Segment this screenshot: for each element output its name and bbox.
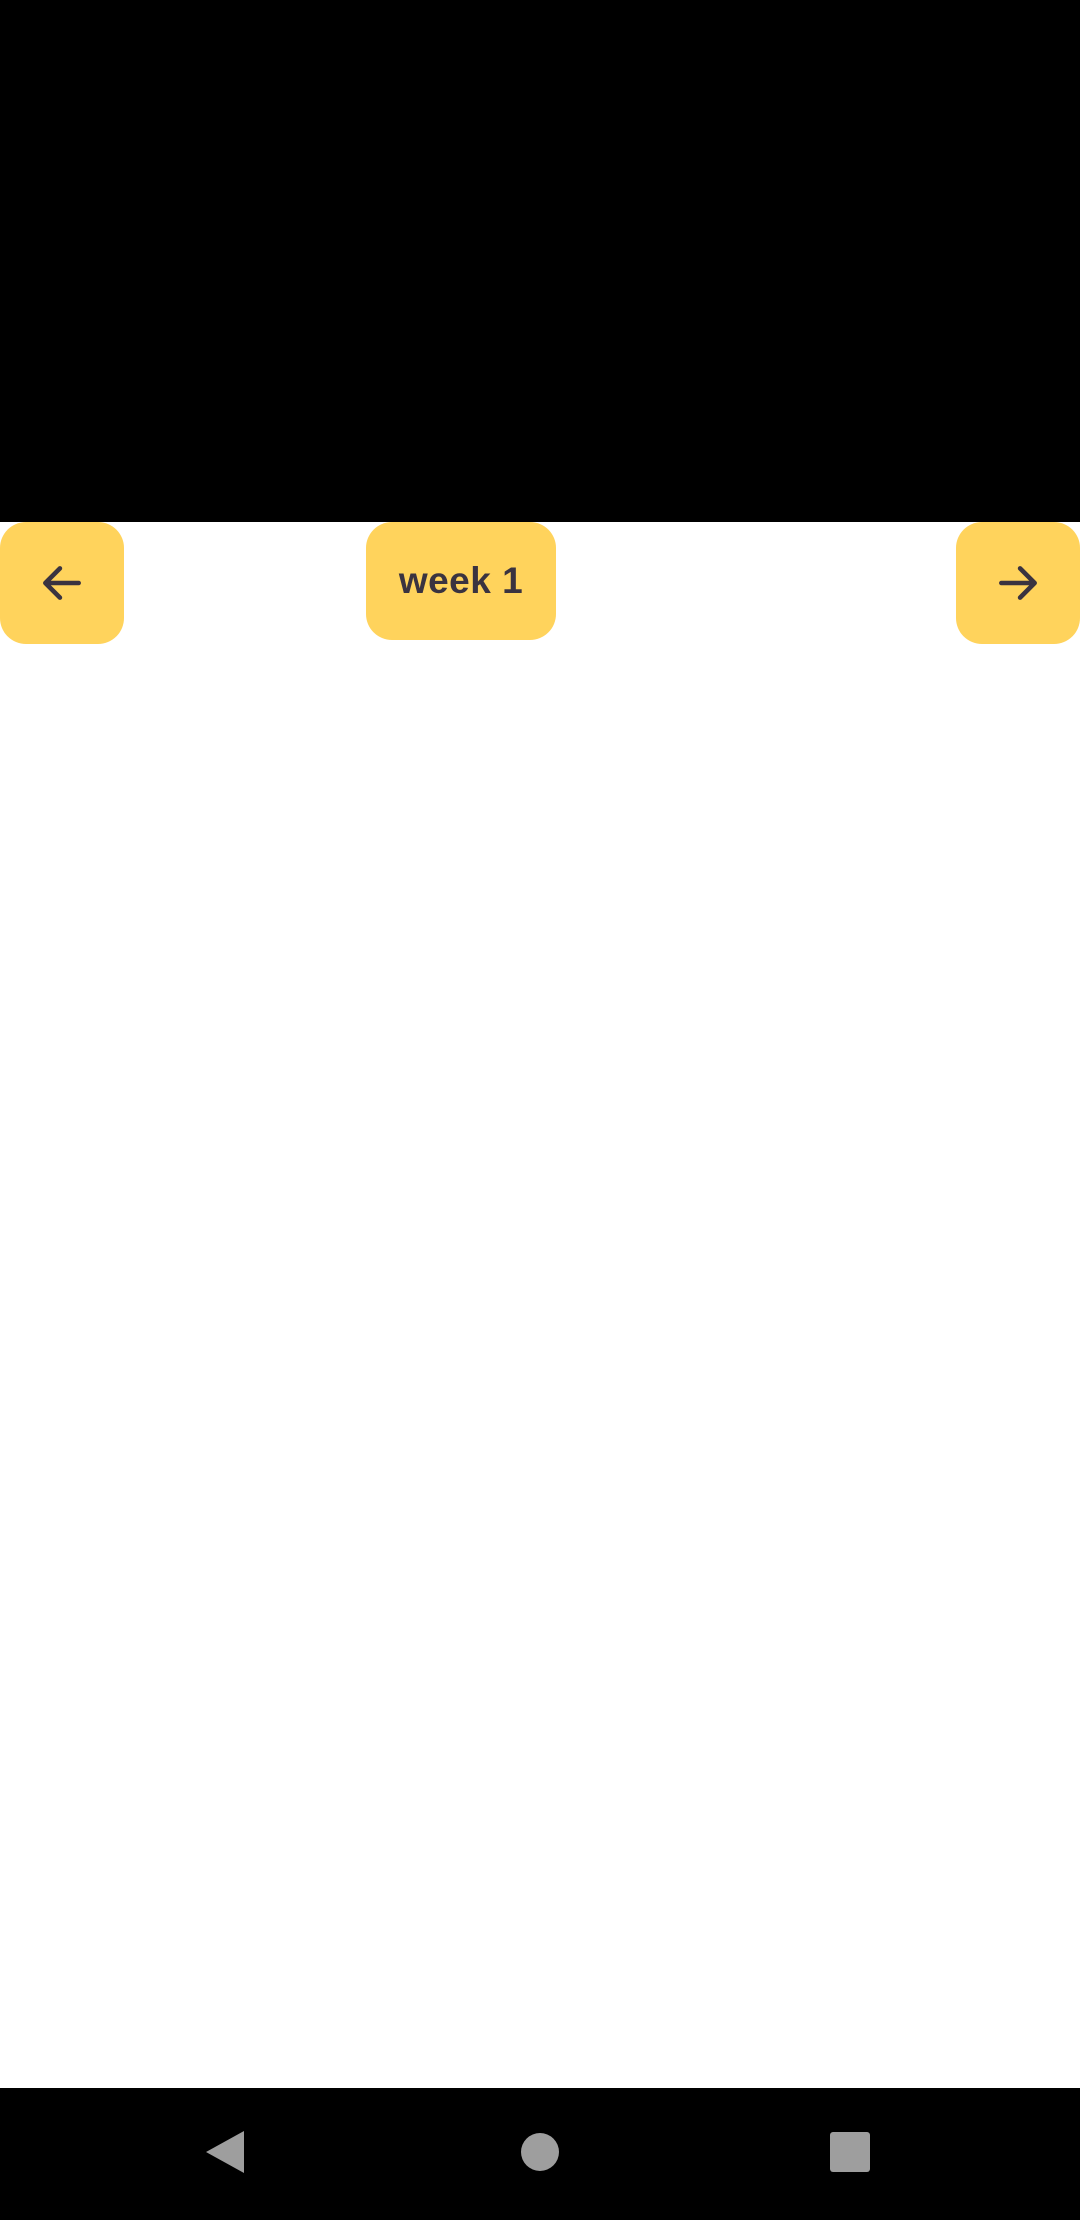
arrow-right-icon (993, 558, 1043, 608)
system-home-button[interactable] (450, 2088, 630, 2220)
circle-home-icon (519, 2131, 561, 2178)
system-navigation-bar (0, 2088, 1080, 2220)
next-week-button[interactable] (956, 522, 1080, 644)
arrow-left-icon (37, 558, 87, 608)
system-back-button[interactable] (136, 2088, 316, 2220)
square-recents-icon (829, 2131, 871, 2178)
previous-week-button[interactable] (0, 522, 124, 644)
week-navigation-bar: week 1 (0, 522, 1080, 647)
black-header-area (0, 0, 1080, 522)
system-recents-button[interactable] (760, 2088, 940, 2220)
app-screen: week 1 (0, 0, 1080, 2220)
week-content-area (0, 647, 1080, 2088)
week-label-button[interactable]: week 1 (366, 522, 556, 640)
triangle-back-icon (202, 2128, 250, 2181)
